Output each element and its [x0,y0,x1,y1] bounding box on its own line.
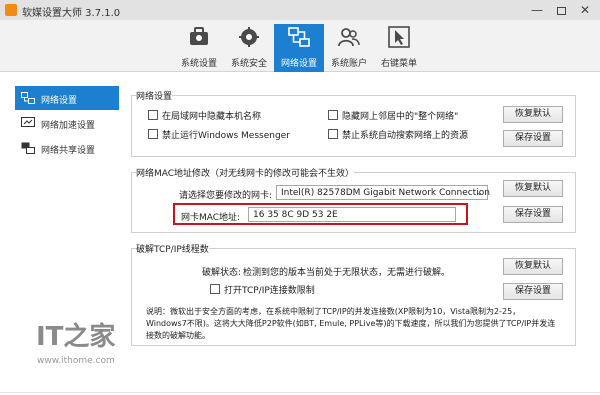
checkbox-label: 禁止系统自动搜索网络上的资源 [342,131,469,141]
maximize-button[interactable] [549,0,573,20]
tab-system-security[interactable]: 系统安全 [224,24,274,72]
title-bar: 软媒设置大师 3.7.1.0 — ✕ [0,0,600,20]
maximize-icon [556,6,566,15]
restore-default-button[interactable]: 恢复默认 [503,106,563,123]
restore-default-button[interactable]: 恢复默认 [503,258,563,275]
checkbox-label: 在局域网中隐藏本机名称 [162,112,262,122]
save-settings-button[interactable]: 保存设置 [503,283,563,300]
ithome-watermark-url: www.ithome.com [37,356,115,366]
tcpip-note: 说明：微软出于安全方面的考虑，在系统中限制了TCP/IP的并发连接数(XP限制为… [146,307,556,340]
ithome-watermark-logo: IT之家 [36,322,116,352]
tab-context-menu[interactable]: 右键菜单 [374,24,424,72]
network-icon [288,27,310,47]
sidebar-item-label: 网络设置 [41,96,78,106]
footer-divider [0,392,600,393]
checkbox-box[interactable] [210,284,220,294]
tab-label: 网络设置 [280,59,317,69]
close-button[interactable]: ✕ [573,0,597,20]
network-share-icon [21,142,35,154]
tab-label: 系统安全 [230,59,267,69]
tab-network-settings[interactable]: 网络设置 [274,24,324,72]
mac-address-value: 16 35 8C 9D 53 2E [253,210,338,220]
group-title: 网络设置 [136,89,173,102]
checkbox-box[interactable] [148,110,158,120]
chevron-down-icon: ⌄ [476,188,483,197]
tab-label: 系统账户 [330,59,367,69]
network-settings-group [131,95,576,157]
checkbox-label: 禁止运行Windows Messenger [162,131,290,141]
checkbox-label: 打开TCP/IP连接数限制 [224,286,315,296]
tab-system-settings[interactable]: 系统设置 [174,24,224,72]
checkbox-label: 隐藏网上邻居中的"整个网络" [342,112,459,122]
sidebar-item-network-acceleration[interactable]: 网络加速设置 [15,111,119,135]
checkbox-box[interactable] [148,129,158,139]
main-toolbar: 系统设置 系统安全 网络设置 系统账户 右键菜单 [0,20,600,72]
mac-address-input[interactable]: 16 35 8C 9D 53 2E [248,207,456,222]
cursor-icon [388,26,410,48]
tab-label: 右键菜单 [380,59,417,69]
network-speed-icon [21,117,35,127]
group-title: 网络MAC地址修改（对无线网卡的修改可能会不生效） [136,166,355,179]
minimize-button[interactable]: — [525,0,549,20]
sidebar-item-label: 网络加速设置 [41,121,96,131]
window-title: 软媒设置大师 3.7.1.0 [22,8,121,19]
crack-status-text: 检测到您的版本当前处于无限状态，无需进行破解。 [243,268,451,278]
users-icon [338,28,360,47]
crack-status-label: 破解状态: [202,268,242,278]
toolbox-icon [190,27,208,45]
group-title: 破解TCP/IP线程数 [136,242,209,255]
app-logo-icon [5,4,17,16]
save-settings-button[interactable]: 保存设置 [503,206,563,223]
save-settings-button[interactable]: 保存设置 [503,130,563,147]
checkbox-box[interactable] [328,129,338,139]
shield-gear-icon [239,27,259,47]
mac-address-label: 网卡MAC地址: [181,213,241,223]
sidebar-item-network-settings[interactable]: 网络设置 [15,86,119,110]
tab-system-accounts[interactable]: 系统账户 [324,24,374,72]
nic-select[interactable]: Intel(R) 82578DM Gigabit Network Connect… [276,185,490,200]
sidebar-item-label: 网络共享设置 [41,146,96,156]
sidebar-item-network-sharing[interactable]: 网络共享设置 [15,136,119,160]
restore-default-button[interactable]: 恢复默认 [503,180,563,197]
checkbox-box[interactable] [328,110,338,120]
nic-select-value: Intel(R) 82578DM Gigabit Network Connect… [281,188,490,198]
nic-select-label: 请选择您要修改的网卡: [179,191,273,201]
network-icon [21,92,35,104]
tab-label: 系统设置 [180,59,217,69]
